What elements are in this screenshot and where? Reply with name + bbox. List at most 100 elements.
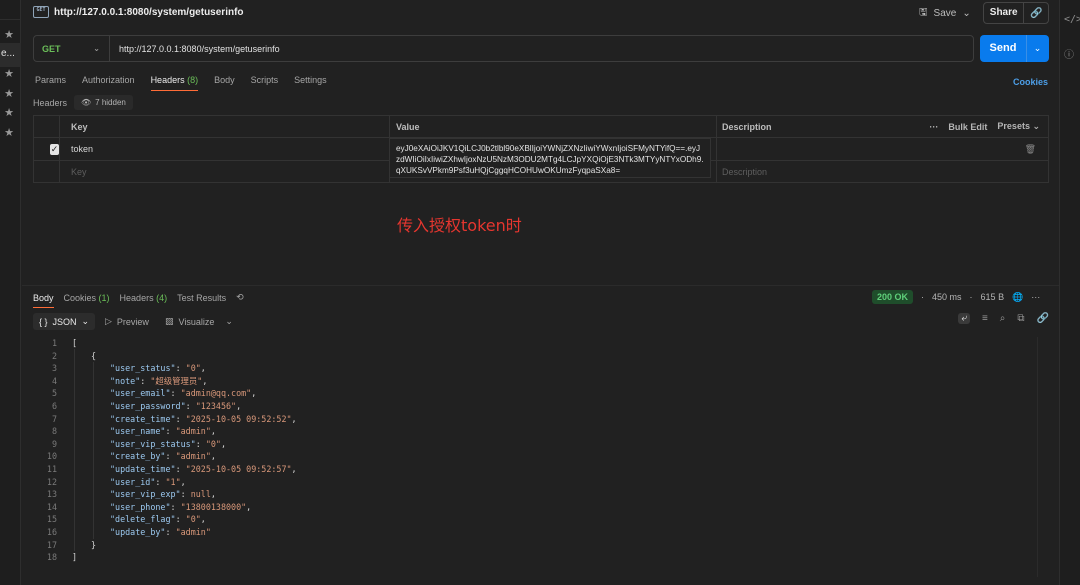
- code-line: 13 "user_vip_exp": null,: [33, 488, 1036, 501]
- share-button[interactable]: Share: [984, 3, 1025, 23]
- row-enabled-checkbox[interactable]: ✓: [50, 143, 59, 155]
- code-text: "user_id": "1",: [110, 476, 186, 489]
- tab-authorization[interactable]: Authorization: [82, 75, 135, 93]
- url-input[interactable]: [119, 43, 919, 54]
- history-icon[interactable]: ⟲: [236, 292, 244, 303]
- link-icon[interactable]: 🔗: [1024, 8, 1048, 19]
- resp-tab-headers[interactable]: Headers (4): [120, 293, 168, 303]
- save-label: Save: [933, 7, 957, 19]
- tab-params[interactable]: Params: [35, 75, 66, 93]
- json-value: "0": [205, 438, 221, 449]
- response-scrollbar[interactable]: [1037, 337, 1045, 577]
- star-icon[interactable]: ★: [2, 28, 16, 41]
- resp-tab-body[interactable]: Body: [33, 293, 54, 308]
- dot-separator: ·: [969, 292, 973, 302]
- json-punct: :: [165, 526, 176, 537]
- request-title[interactable]: http://127.0.0.1:8080/system/getuserinfo: [54, 7, 244, 18]
- cookies-link[interactable]: Cookies: [1013, 77, 1048, 87]
- table-actions: ··· Bulk Edit Presets ⌄: [929, 121, 1040, 132]
- search-icon[interactable]: ⌕: [1000, 313, 1006, 324]
- tab-scripts[interactable]: Scripts: [251, 75, 279, 93]
- response-status: 200 OK · 450 ms · 615 B 🌐 ···: [872, 290, 1040, 304]
- new-description-input[interactable]: Description: [717, 161, 1048, 183]
- resp-tab-cookies[interactable]: Cookies (1): [64, 293, 110, 303]
- code-text: "user_email": "admin@qq.com",: [110, 387, 256, 400]
- json-punct: ,: [210, 426, 216, 437]
- json-punct: :: [195, 438, 206, 449]
- json-key: "user_vip_exp": [110, 489, 181, 500]
- response-size[interactable]: 615 B: [981, 292, 1005, 302]
- json-punct: :: [180, 489, 191, 500]
- preview-button[interactable]: ▷ Preview: [105, 316, 149, 327]
- trash-icon[interactable]: 🗑: [1025, 144, 1036, 155]
- tab-settings[interactable]: Settings: [294, 75, 327, 93]
- globe-icon[interactable]: 🌐: [1012, 292, 1023, 303]
- chevron-down-icon[interactable]: ⌄: [225, 316, 233, 327]
- status-badge[interactable]: 200 OK: [872, 290, 914, 304]
- resp-tab-cookies-count: (1): [98, 292, 110, 303]
- header-value-editor[interactable]: eyJ0eXAiOiJKV1QiLCJ0b2tlbl90eXBlIjoiYWNj…: [389, 138, 711, 178]
- star-icon[interactable]: ★: [2, 106, 16, 119]
- share-button-group: Share 🔗: [983, 2, 1049, 24]
- hidden-headers-toggle[interactable]: 👁 7 hidden: [74, 95, 133, 110]
- request-tabs: Params Authorization Headers (8) Body Sc…: [35, 75, 327, 93]
- json-punct: ,: [251, 388, 257, 399]
- chevron-down-icon[interactable]: ⌄: [962, 8, 970, 19]
- request-title-bar: GET http://127.0.0.1:8080/system/getuser…: [22, 0, 1059, 27]
- column-header-description: Description ··· Bulk Edit Presets ⌄: [717, 116, 1048, 137]
- header-check-col: [34, 116, 60, 137]
- bulk-edit-button[interactable]: Bulk Edit: [948, 122, 987, 132]
- response-actions: ⤶ ≡ ⌕ ⧉ 🔗: [958, 313, 1049, 324]
- resp-tab-test-results[interactable]: Test Results: [177, 293, 226, 303]
- more-icon[interactable]: ···: [1031, 292, 1040, 302]
- json-value: "admin@qq.com": [180, 388, 252, 399]
- copy-icon[interactable]: ⧉: [1017, 313, 1024, 324]
- code-icon[interactable]: </>: [1064, 14, 1080, 25]
- code-line: 8 "user_name": "admin",: [33, 425, 1036, 438]
- presets-button[interactable]: Presets ⌄: [997, 121, 1040, 132]
- link-icon[interactable]: 🔗: [1037, 313, 1049, 324]
- more-icon[interactable]: ···: [929, 122, 938, 132]
- resp-tab-cookies-label: Cookies: [63, 292, 97, 303]
- info-icon[interactable]: ⓘ: [1064, 46, 1074, 61]
- left-strip-header: [0, 0, 21, 20]
- send-button-group: Send ⌄: [980, 35, 1049, 62]
- new-key-input[interactable]: Key: [60, 161, 390, 183]
- chevron-down-icon[interactable]: ⌄: [1027, 43, 1048, 54]
- tab-headers[interactable]: Headers (8): [150, 75, 198, 93]
- code-line: 1[: [33, 337, 1036, 350]
- header-description-cell[interactable]: 🗑: [717, 138, 1048, 160]
- response-divider[interactable]: [22, 285, 1059, 286]
- column-header-description-label: Description: [722, 121, 772, 132]
- wrap-icon[interactable]: ⤶: [958, 313, 970, 324]
- code-text: "user_vip_status": "0",: [110, 438, 226, 451]
- header-key-cell[interactable]: token: [60, 138, 390, 160]
- json-key: "user_id": [110, 476, 156, 487]
- json-key: "user_vip_status": [110, 438, 196, 449]
- star-icon[interactable]: ★: [2, 87, 16, 100]
- left-strip-item-label[interactable]: e...: [1, 48, 15, 59]
- code-text: "update_time": "2025-10-05 09:52:57",: [110, 463, 297, 476]
- json-value: "123456": [195, 400, 237, 411]
- json-punct: ,: [210, 489, 216, 500]
- tab-body[interactable]: Body: [214, 75, 235, 93]
- save-button[interactable]: 🖫 Save ⌄: [919, 4, 971, 22]
- response-body-editor[interactable]: 1[2{3 "user_status": "0", 4 "note": "超级管理员"…: [33, 337, 1036, 567]
- send-button[interactable]: Send: [980, 35, 1027, 62]
- star-icon[interactable]: ★: [2, 126, 16, 139]
- format-select[interactable]: { } JSON ⌄: [33, 313, 96, 330]
- code-text: "create_time": "2025-10-05 09:52:52",: [110, 413, 297, 426]
- star-icon[interactable]: ★: [2, 67, 16, 80]
- filter-icon[interactable]: ≡: [982, 313, 988, 324]
- json-value: "admin": [175, 451, 211, 462]
- json-punct: :: [175, 463, 186, 474]
- method-value: GET: [42, 43, 61, 54]
- json-punct: :: [175, 514, 186, 525]
- visualize-button[interactable]: ▨ Visualize ⌄: [165, 316, 233, 327]
- response-time[interactable]: 450 ms: [932, 292, 962, 302]
- play-icon: ▷: [105, 316, 112, 326]
- line-number: 6: [51, 400, 57, 411]
- method-select[interactable]: GET ⌄: [34, 36, 110, 61]
- json-value: "超级管理员": [150, 375, 203, 386]
- line-number: 9: [51, 438, 57, 449]
